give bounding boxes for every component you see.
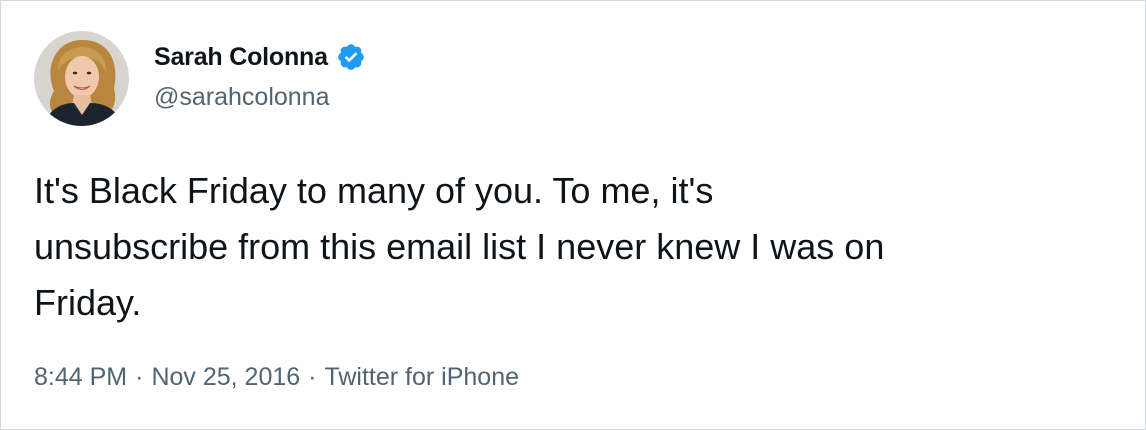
avatar[interactable] bbox=[34, 31, 129, 126]
tweet-source: Twitter for iPhone bbox=[324, 363, 520, 391]
display-name[interactable]: Sarah Colonna bbox=[154, 43, 328, 72]
avatar-image bbox=[34, 31, 129, 126]
tweet-date[interactable]: Nov 25, 2016 bbox=[151, 363, 300, 392]
meta-separator: · bbox=[135, 363, 144, 391]
meta-separator: · bbox=[308, 363, 317, 391]
name-row: Sarah Colonna bbox=[154, 42, 366, 72]
tweet-time[interactable]: 8:44 PM bbox=[34, 363, 127, 392]
user-handle[interactable]: @sarahcolonna bbox=[154, 83, 366, 112]
tweet-card: Sarah Colonna @sarahcolonna It's Black F… bbox=[0, 0, 1146, 430]
user-info: Sarah Colonna @sarahcolonna bbox=[154, 42, 366, 112]
tweet-meta: 8:44 PM · Nov 25, 2016 · Twitter for iPh… bbox=[34, 363, 519, 392]
tweet-header: Sarah Colonna @sarahcolonna bbox=[34, 31, 366, 127]
verified-badge-icon bbox=[336, 42, 366, 72]
tweet-text: It's Black Friday to many of you. To me,… bbox=[34, 170, 885, 323]
